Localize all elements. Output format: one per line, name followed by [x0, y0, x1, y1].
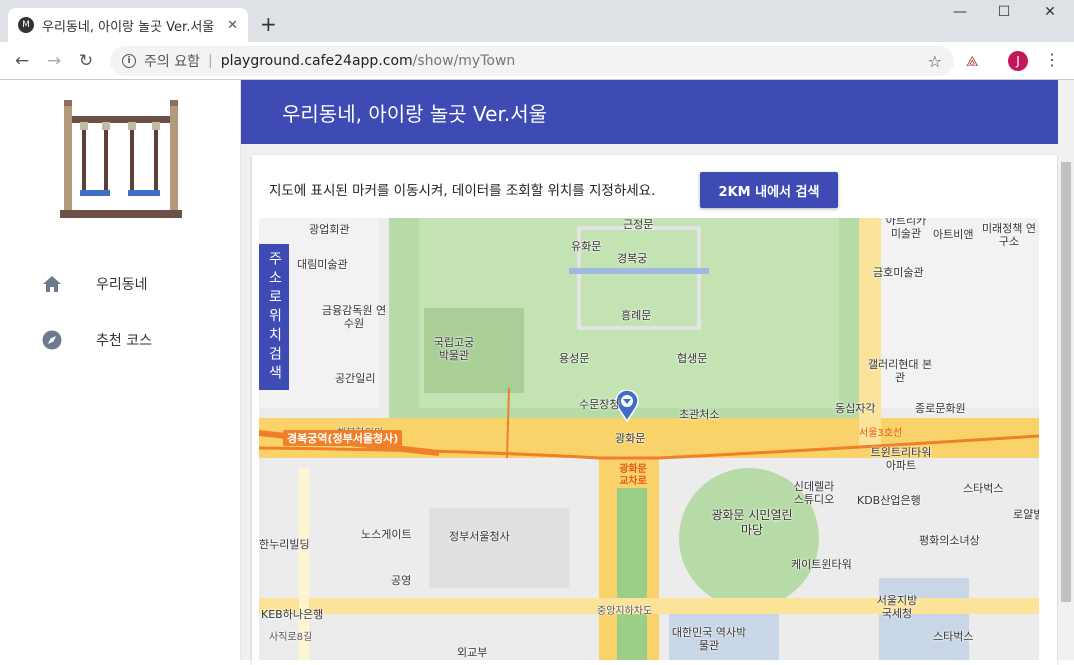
site-favicon-icon: M — [18, 17, 34, 33]
reload-icon[interactable]: ↻ — [70, 51, 102, 71]
sidebar-item-label: 추천 코스 — [96, 333, 152, 349]
map-label: 협생문 — [677, 352, 708, 365]
map-label: 금융감독원 연수원 — [321, 304, 387, 330]
map-label: 아트리카 미술관 — [885, 218, 927, 240]
map-label: 광화문 교차로 — [619, 464, 647, 487]
sidebar-item-my-town[interactable]: 우리동네 — [40, 272, 148, 296]
maximize-icon[interactable]: ☐ — [986, 4, 1022, 20]
main-content: 우리동네, 아이랑 놀곳 Ver.서울 지도에 표시된 마커를 이동시켜, 데이… — [241, 80, 1074, 665]
map-label: 아트비앤 — [933, 228, 974, 241]
page-title: 우리동네, 아이랑 놀곳 Ver.서울 — [282, 101, 548, 126]
map-label: KDB산업은행 — [857, 494, 921, 507]
page-scrollbar[interactable] — [1058, 80, 1074, 660]
map-label: 노스게이트 — [361, 528, 412, 541]
map-label: 사직로8길 — [269, 632, 313, 643]
browser-toolbar: ← → ↻ i 주의 요함 | playground.cafe24app.com… — [0, 42, 1074, 80]
map-label: 스타벅스 — [963, 482, 1004, 495]
menu-kebab-icon[interactable]: ⋮ — [1044, 50, 1060, 69]
map-label: 종로문화원 — [915, 402, 966, 415]
minimize-icon[interactable]: — — [942, 4, 978, 20]
map-label: 서울3호선 — [859, 428, 903, 439]
map-label: 미래정책 연구소 — [981, 222, 1037, 248]
address-bar[interactable]: i 주의 요함 | playground.cafe24app.com/show/… — [110, 46, 954, 76]
home-icon — [40, 275, 64, 293]
map-label: 서울지방 국세청 — [876, 594, 918, 620]
bookmark-star-icon[interactable]: ☆ — [928, 52, 942, 71]
info-icon[interactable]: i — [122, 54, 136, 68]
map-card: 지도에 표시된 마커를 이동시켜, 데이터를 조회할 위치를 지정하세요. 2K… — [252, 155, 1057, 665]
map-label: 광화문 시민열린마당 — [711, 508, 793, 537]
map-label: 평화의소녀상 — [919, 534, 980, 547]
map-label: 금호미술관 — [873, 266, 924, 279]
map-label: 한누리빌딩 — [259, 538, 310, 551]
map-label: 초관처소 — [679, 408, 720, 421]
new-tab-icon[interactable]: + — [260, 12, 277, 36]
map-label: 갤러리현대 본관 — [867, 358, 933, 384]
pdf-extension-icon[interactable]: ⟁ — [966, 54, 982, 70]
map-label: KEB하나은행 — [261, 608, 324, 621]
swing-logo-icon — [60, 100, 182, 218]
scrollbar-thumb[interactable] — [1061, 162, 1071, 602]
profile-avatar[interactable]: J — [1008, 51, 1028, 71]
map-label: 광화문 — [615, 432, 646, 445]
map-label: 외교부 — [457, 646, 488, 659]
map-label: 공영 — [391, 574, 412, 587]
map-label: 경복궁 — [617, 252, 648, 265]
map-label: 근정문 — [623, 218, 654, 231]
map-label: 용성문 — [559, 352, 590, 365]
map-label: 중앙지하차도 — [597, 606, 653, 617]
close-tab-icon[interactable]: ✕ — [227, 18, 238, 33]
separator: | — [207, 53, 213, 69]
app-header: 우리동네, 아이랑 놀곳 Ver.서울 — [241, 80, 1074, 144]
map-label: 트윈트리타워 아파트 — [870, 446, 932, 472]
sidebar-item-recommended-course[interactable]: 추천 코스 — [40, 328, 152, 352]
compass-icon — [40, 330, 64, 350]
window-close-icon[interactable]: ✕ — [1032, 4, 1068, 20]
map-label: 국립고궁박물관 — [433, 336, 475, 362]
security-label: 주의 요함 — [144, 54, 200, 70]
map-label: 스타벅스 — [933, 630, 974, 643]
map-label: 신데렐라 스튜디오 — [793, 480, 835, 506]
url-path: /show/myTown — [412, 53, 516, 69]
map-label: 대림미술관 — [297, 258, 348, 271]
url-host: playground.cafe24app.com — [220, 53, 413, 69]
map-label: 경복궁역(정부서울청사) — [283, 430, 403, 446]
forward-icon[interactable]: → — [38, 51, 70, 71]
browser-tab[interactable]: M 우리동네, 아이랑 놀곳 Ver.서울 ✕ — [8, 8, 248, 42]
map[interactable]: 주소로위치검색 광업회관 대림미술관 금융감독원 연수원 공간일리 해봉한의원 … — [259, 218, 1039, 660]
address-search-button[interactable]: 주소로위치검색 — [259, 244, 289, 390]
sidebar-item-label: 우리동네 — [96, 277, 148, 293]
back-icon[interactable]: ← — [6, 51, 38, 71]
sidebar: 우리동네 추천 코스 — [0, 80, 241, 660]
search-2km-button[interactable]: 2KM 내에서 검색 — [700, 172, 838, 208]
map-label: 로얄빌 — [1013, 508, 1039, 521]
map-label: 케이트윈타워 — [791, 558, 852, 571]
map-label: 수문장청 — [579, 398, 620, 411]
tab-title: 우리동네, 아이랑 놀곳 Ver.서울 — [42, 19, 215, 35]
map-label: 공간일리 — [335, 372, 376, 385]
map-label: 대한민국 역사박물관 — [671, 626, 747, 652]
map-label: 광업회관 — [309, 223, 350, 236]
instruction-text: 지도에 표시된 마커를 이동시켜, 데이터를 조회할 위치를 지정하세요. — [269, 183, 656, 199]
map-label: 동십자각 — [835, 402, 876, 415]
browser-tabstrip: M 우리동네, 아이랑 놀곳 Ver.서울 ✕ + — ☐ ✕ — [0, 0, 1074, 42]
map-label: 흥례문 — [621, 309, 652, 322]
map-label: 정부서울청사 — [449, 530, 510, 543]
map-label: 유화문 — [571, 240, 602, 253]
